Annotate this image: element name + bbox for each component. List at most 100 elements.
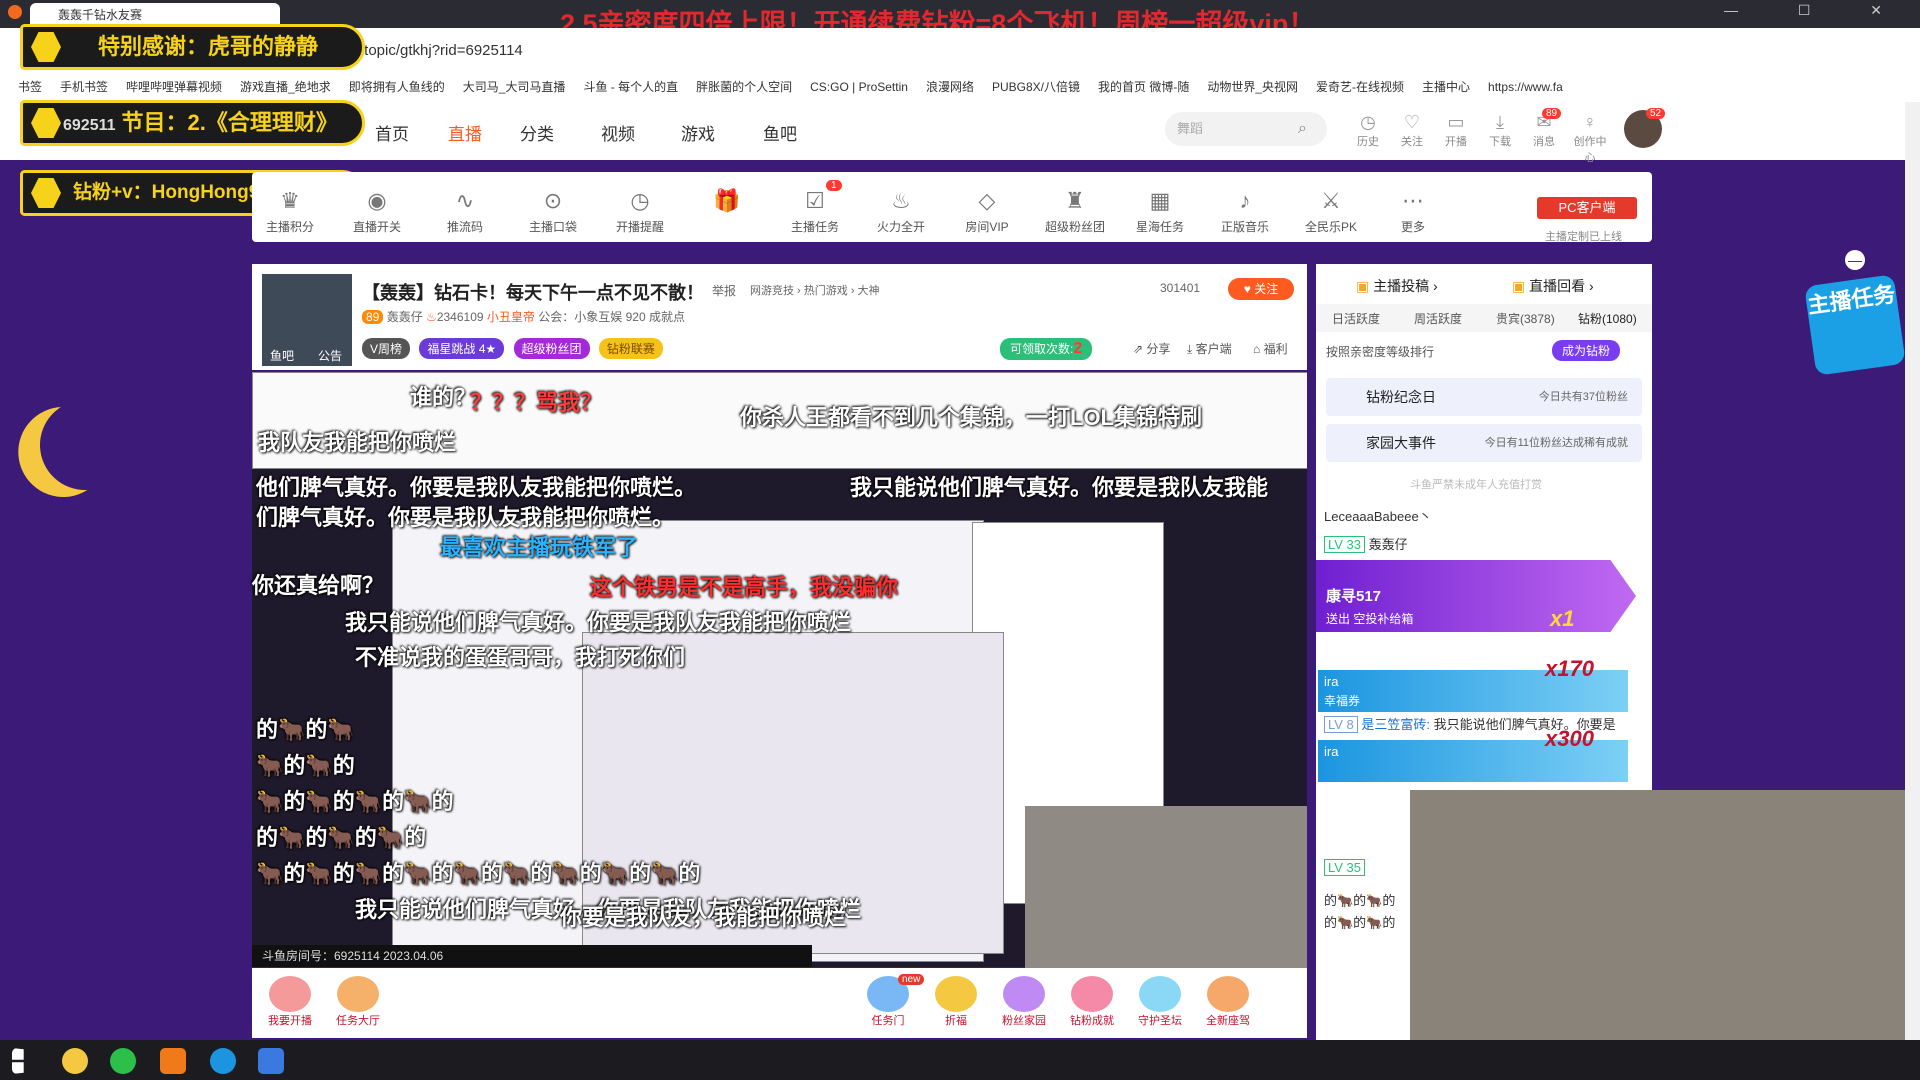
bookmark-item[interactable]: 动物世界_央视网: [1207, 72, 1298, 102]
pc-client-button[interactable]: PC客户端: [1537, 197, 1637, 219]
tool-8[interactable]: ◇ 房间VIP: [952, 188, 1022, 235]
gift-icon: [269, 976, 311, 1012]
wechat-icon[interactable]: [110, 1048, 136, 1074]
tool-4[interactable]: ◷ 开播提醒: [605, 188, 675, 235]
gift-icon: [337, 976, 379, 1012]
follow-icon[interactable]: ♡ 关注: [1392, 112, 1432, 149]
bookmark-item[interactable]: 即将拥有人鱼线的: [349, 72, 445, 102]
bookmark-item[interactable]: 大司马_大司马直播: [463, 72, 566, 102]
url-text[interactable]: /topic/gtkhj?rid=6925114: [360, 42, 523, 59]
nav-home[interactable]: 首页: [375, 120, 409, 145]
tool-6[interactable]: ☑ 主播任务: [780, 188, 850, 235]
follow-button[interactable]: ♥ 关注: [1228, 278, 1294, 300]
tab-anchor-posts[interactable]: ▣ 主播投稿 ›: [1356, 276, 1438, 296]
creator-icon[interactable]: ♀ 创作中心: [1570, 112, 1610, 165]
gift-row-2-name: 幸福券: [1324, 694, 1361, 708]
tool-0[interactable]: ♛ 主播积分: [255, 188, 325, 235]
family-events-row[interactable]: 家园大事件 今日有11位粉丝达成稀有成就: [1326, 424, 1642, 462]
anniversary-row[interactable]: 钻粉纪念日 今日共有37位粉丝: [1326, 378, 1642, 416]
tool-1[interactable]: ◉ 直播开关: [342, 188, 412, 235]
tool-12[interactable]: ⚔ 全民乐PK: [1296, 188, 1366, 235]
window-controls[interactable]: — ☐ ✕: [1724, 2, 1910, 19]
danmaku-subtitle: 的🐂的🐂: [256, 717, 355, 742]
fortune-tag[interactable]: 福星跳战 4★: [419, 338, 505, 359]
broadcast-icon[interactable]: ▭ 开播: [1436, 112, 1476, 149]
client-button[interactable]: ⤓ 客户端: [1187, 340, 1232, 357]
history-icon[interactable]: ◷ 历史: [1348, 112, 1388, 149]
v-rank-tag[interactable]: V周榜: [362, 338, 411, 359]
tool-5[interactable]: 🎁: [692, 188, 762, 218]
app-icon-1[interactable]: [62, 1048, 88, 1074]
search-icon[interactable]: ⌕: [1298, 120, 1307, 138]
danmaku-subtitle: 🐂的🐂的🐂的🐂的: [256, 789, 454, 814]
chat-lv33-line: LV 33 轰轰仔: [1324, 534, 1408, 553]
tool-11[interactable]: ♪ 正版音乐: [1210, 188, 1280, 235]
diamond-fan-tag[interactable]: 钻粉联赛: [598, 338, 663, 359]
rank-tab[interactable]: 周活跃度: [1414, 310, 1462, 327]
rank-tab[interactable]: 贵宾(3878): [1496, 310, 1555, 327]
report-link[interactable]: 举报: [712, 282, 736, 299]
bookmark-item[interactable]: https://www.fa: [1488, 72, 1563, 102]
tool-9[interactable]: ♜ 超级粉丝团: [1040, 188, 1110, 235]
nav-video[interactable]: 视频: [601, 120, 635, 145]
tool-2[interactable]: ∿ 推流码: [430, 188, 500, 235]
rank-tab[interactable]: 钻粉(1080): [1578, 310, 1637, 327]
nav-category[interactable]: 分类: [520, 120, 554, 145]
bookmarks-bar[interactable]: 书签 手机书签 哔哩哔哩弹幕视频 游戏直播_绝地求 即将拥有人鱼线的 大司马_大司马直播斗…: [0, 72, 1920, 103]
danmaku-subtitle: 不准说我的蛋蛋哥哥，我打死你们: [355, 645, 686, 670]
gift-7[interactable]: 全新座驾: [1200, 976, 1256, 1028]
super-fan-tag[interactable]: 超级粉丝团: [513, 338, 590, 359]
bookmark-item[interactable]: CS:GO | ProSettin: [810, 72, 908, 102]
nav-game[interactable]: 游戏: [681, 120, 715, 145]
app-icon-3[interactable]: [160, 1048, 186, 1074]
nav-yuba[interactable]: 鱼吧: [763, 120, 797, 145]
rank-tab[interactable]: 日活跃度: [1332, 310, 1380, 327]
bookmark-item[interactable]: 胖胀菌的个人空间: [696, 72, 792, 102]
gift-3[interactable]: 折福: [928, 976, 984, 1028]
download-icon[interactable]: ⤓ 下载: [1480, 112, 1520, 149]
bookmark-item[interactable]: PUBG8X/八倍镜: [992, 72, 1080, 102]
share-button[interactable]: ⇗ 分享: [1133, 340, 1170, 357]
host-name[interactable]: 轰轰仔: [387, 310, 423, 324]
gift-row-2-count: x170: [1545, 656, 1594, 681]
bookmark-item[interactable]: 我的首页 微博-随: [1098, 72, 1189, 102]
page-scrollbar[interactable]: [1905, 102, 1920, 1068]
chat-user-1[interactable]: LeceaaaBabeee丶: [1324, 506, 1432, 525]
bookmark-item[interactable]: 哔哩哔哩弹幕视频: [126, 72, 222, 102]
danmaku-subtitle: 我只能说他们脾气真好。你要是我队友我能把你喷烂: [345, 610, 852, 635]
tool-13[interactable]: ⋯ 更多: [1378, 188, 1448, 235]
bookmark-item[interactable]: 浪漫网络: [926, 72, 974, 102]
danmaku-subtitle: 这个铁男是不是高手，我没骗你: [590, 575, 899, 600]
gift-6[interactable]: 守护圣坛: [1132, 976, 1188, 1028]
announce-link[interactable]: 公告: [318, 347, 342, 364]
tool-10[interactable]: ▦ 星海任务: [1125, 188, 1195, 235]
tool-icon: ▦: [1149, 188, 1171, 213]
tool-icon: ⚔: [1321, 188, 1341, 213]
bookmark-item[interactable]: 游戏直播_绝地求: [240, 72, 331, 102]
gift-1[interactable]: 任务大厅: [330, 976, 386, 1028]
breadcrumb[interactable]: 网游竞技 › 热门游戏 › 大神: [750, 282, 880, 298]
bookmark-item[interactable]: 主播中心: [1422, 72, 1470, 102]
gift-5[interactable]: 钻粉成就: [1064, 976, 1120, 1028]
anchor-task-badge[interactable]: 主播任务: [1804, 274, 1906, 376]
nav-live[interactable]: 直播: [448, 120, 482, 145]
bookmark-item[interactable]: 手机书签: [60, 72, 108, 102]
gift-0[interactable]: 我要开播: [262, 976, 318, 1028]
welfare-button[interactable]: ⌂ 福利: [1253, 340, 1288, 357]
chat-line-2: LV 35: [1324, 859, 1366, 876]
close-icon[interactable]: —: [1845, 250, 1865, 270]
app-icon-4[interactable]: [210, 1048, 236, 1074]
gift-4[interactable]: 粉丝家园: [996, 976, 1052, 1028]
danmaku-subtitle: 谁的？: [410, 385, 477, 410]
bookmark-item[interactable]: 书签: [18, 72, 42, 102]
become-diamond-button[interactable]: 成为钻粉: [1552, 340, 1621, 361]
tab-replay[interactable]: ▣ 直播回看 ›: [1512, 276, 1594, 296]
tool-3[interactable]: ⊙ 主播口袋: [518, 188, 588, 235]
tool-7[interactable]: ♨ 火力全开: [866, 188, 936, 235]
browser-taskbar-icon[interactable]: [258, 1048, 284, 1074]
claim-button[interactable]: 可领取次数:2: [1000, 338, 1093, 360]
bookmark-item[interactable]: 斗鱼 - 每个人的直: [583, 72, 678, 102]
tool-icon: ♛: [280, 188, 300, 213]
yuba-link[interactable]: 鱼吧: [270, 347, 294, 364]
bookmark-item[interactable]: 爱奇艺-在线视频: [1316, 72, 1404, 102]
